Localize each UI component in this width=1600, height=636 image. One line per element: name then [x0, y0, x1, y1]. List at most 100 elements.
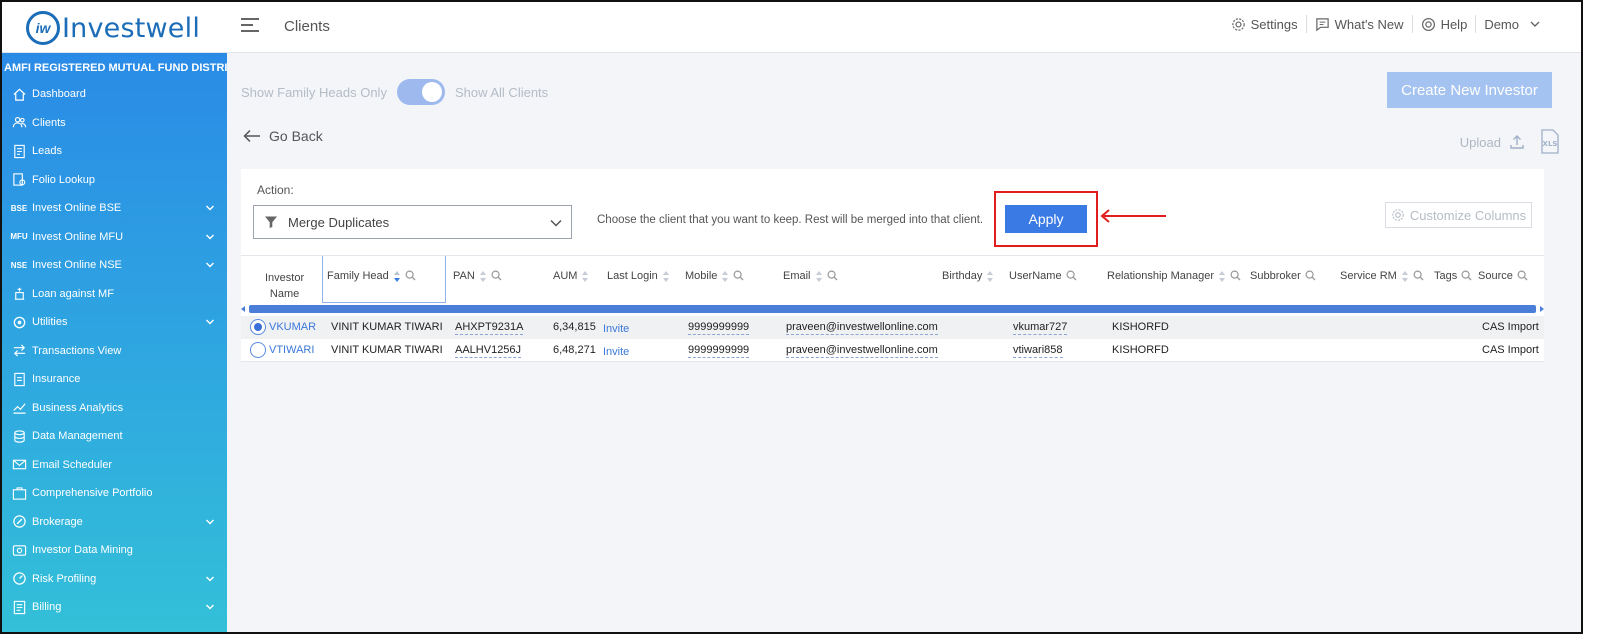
sidebar-item-invest-online-bse[interactable]: BSE Invest Online BSE	[2, 194, 227, 223]
search-icon[interactable]	[1305, 270, 1316, 281]
help-link[interactable]: Help	[1413, 15, 1477, 33]
scroll-left-icon[interactable]	[241, 306, 245, 312]
apply-button[interactable]: Apply	[1005, 205, 1087, 233]
mfu-icon: MFU	[10, 232, 28, 242]
chevron-down-icon[interactable]	[205, 203, 215, 216]
column-header-pan[interactable]: PAN	[453, 256, 502, 303]
chevron-down-icon[interactable]	[205, 260, 215, 273]
table-row[interactable]: VKUMAR VINIT KUMAR TIWARI AHXPT9231A 6,34,8…	[241, 316, 1544, 339]
sidebar-item-folio-lookup[interactable]: Folio Lookup	[2, 166, 227, 195]
chevron-down-icon	[550, 219, 562, 227]
scrollbar-thumb[interactable]	[249, 305, 1536, 313]
search-icon[interactable]	[1066, 270, 1077, 281]
sidebar-item-label: Invest Online MFU	[32, 230, 124, 243]
keep-client-radio[interactable]	[250, 342, 266, 358]
search-icon[interactable]	[405, 270, 416, 281]
create-new-investor-button[interactable]: Create New Investor	[1387, 72, 1552, 108]
search-icon[interactable]	[733, 270, 744, 281]
sort-icon[interactable]	[581, 270, 589, 283]
search-icon[interactable]	[1517, 270, 1528, 281]
sidebar-item-data-management[interactable]: Data Management	[2, 422, 227, 451]
sidebar-item-business-analytics[interactable]: Business Analytics	[2, 394, 227, 423]
action-select[interactable]: Merge Duplicates	[253, 205, 572, 239]
column-header-mobile[interactable]: Mobile	[685, 256, 744, 303]
chevron-down-icon[interactable]	[205, 317, 215, 330]
lifebuoy-icon	[1421, 17, 1435, 31]
column-header-subbroker[interactable]: Subbroker	[1250, 256, 1316, 303]
sidebar-item-label: Comprehensive Portfolio	[32, 487, 153, 500]
search-icon[interactable]	[1461, 270, 1472, 281]
whats-new-link[interactable]: What's New	[1307, 15, 1413, 33]
customize-columns-button[interactable]: Customize Columns	[1385, 202, 1532, 228]
upload-icon[interactable]	[1509, 134, 1525, 150]
scroll-right-icon[interactable]	[1540, 306, 1544, 312]
column-header-investor-name[interactable]: Investor Name	[265, 256, 304, 303]
brokerage-icon	[11, 514, 27, 530]
sort-icon[interactable]	[986, 270, 994, 283]
billing-icon	[11, 599, 27, 615]
table-row[interactable]: VTIWARI VINIT KUMAR TIWARI AALHV1256J 6,48,…	[241, 339, 1544, 362]
cell-last-login[interactable]: Invite	[603, 346, 629, 358]
sort-icon[interactable]	[1218, 270, 1226, 283]
chevron-down-icon[interactable]	[205, 574, 215, 587]
top-nav: Settings What's New Help Demo	[1223, 15, 1549, 33]
sidebar-item-investor-data-mining[interactable]: Investor Data Mining	[2, 536, 227, 565]
column-header-email[interactable]: Email	[783, 256, 838, 303]
column-header-tags[interactable]: Tags	[1434, 256, 1472, 303]
column-header-label: Investor Name	[265, 272, 305, 300]
bse-icon: BSE	[10, 203, 28, 213]
cell-last-login[interactable]: Invite	[603, 323, 629, 335]
sidebar-item-clients[interactable]: Clients	[2, 109, 227, 138]
user-menu[interactable]: Demo	[1476, 15, 1549, 33]
arrow-left-icon	[243, 129, 260, 143]
chevron-down-icon[interactable]	[205, 602, 215, 615]
search-icon[interactable]	[827, 270, 838, 281]
sidebar-item-label: Insurance	[32, 373, 81, 386]
sort-icon[interactable]	[479, 270, 487, 283]
sidebar-item-brokerage[interactable]: Brokerage	[2, 508, 227, 537]
sidebar-item-leads[interactable]: Leads	[2, 137, 227, 166]
chevron-down-icon[interactable]	[205, 517, 215, 530]
sidebar-item-invest-online-nse[interactable]: NSE Invest Online NSE	[2, 251, 227, 280]
sort-icon[interactable]	[815, 270, 823, 283]
column-header-family-head[interactable]: Family Head	[322, 256, 446, 303]
upload-link[interactable]: Upload	[1460, 135, 1501, 150]
sidebar-item-billing[interactable]: Billing	[2, 593, 227, 622]
sort-icon[interactable]	[721, 270, 729, 283]
column-header-last-login[interactable]: Last Login	[607, 256, 670, 303]
sidebar-item-transactions-view[interactable]: Transactions View	[2, 337, 227, 366]
keep-client-radio[interactable]	[250, 319, 266, 335]
sidebar-item-dashboard[interactable]: Dashboard	[2, 80, 227, 109]
xls-file-icon[interactable]: XLS	[1539, 129, 1561, 155]
family-toggle-switch[interactable]	[396, 79, 445, 105]
sort-icon[interactable]	[393, 270, 401, 283]
sidebar-item-insurance[interactable]: Insurance	[2, 365, 227, 394]
go-back-link[interactable]: Go Back	[243, 128, 323, 144]
sidebar-item-email-scheduler[interactable]: Email Scheduler	[2, 451, 227, 480]
horizontal-scrollbar[interactable]	[241, 304, 1544, 314]
logo[interactable]: iw Investwell	[26, 11, 200, 45]
sidebar-item-invest-online-mfu[interactable]: MFU Invest Online MFU	[2, 223, 227, 252]
column-header-service-rm[interactable]: Service RM	[1340, 256, 1424, 303]
column-header-relationship-manager[interactable]: Relationship Manager	[1107, 256, 1241, 303]
sidebar-item-loan-against-mf[interactable]: Loan against MF	[2, 280, 227, 309]
chat-icon	[1315, 17, 1329, 31]
sidebar-item-risk-profiling[interactable]: Risk Profiling	[2, 565, 227, 594]
search-icon[interactable]	[1413, 270, 1424, 281]
sidebar-item-comprehensive-portfolio[interactable]: Comprehensive Portfolio	[2, 479, 227, 508]
cell-investor[interactable]: VTIWARI	[269, 344, 314, 356]
menu-toggle-icon[interactable]	[241, 18, 259, 34]
settings-link[interactable]: Settings	[1223, 15, 1307, 33]
sidebar-item-utilities[interactable]: Utilities	[2, 308, 227, 337]
cell-aum: 6,34,815	[553, 321, 596, 333]
sort-icon[interactable]	[662, 270, 670, 283]
sort-icon[interactable]	[1401, 270, 1409, 283]
cell-investor[interactable]: VKUMAR	[269, 321, 316, 333]
search-icon[interactable]	[491, 270, 502, 281]
column-header-username[interactable]: UserName	[1009, 256, 1077, 303]
column-header-aum[interactable]: AUM	[553, 256, 589, 303]
column-header-birthday[interactable]: Birthday	[942, 256, 994, 303]
chevron-down-icon[interactable]	[205, 232, 215, 245]
column-header-source[interactable]: Source	[1478, 256, 1528, 303]
search-icon[interactable]	[1230, 270, 1241, 281]
